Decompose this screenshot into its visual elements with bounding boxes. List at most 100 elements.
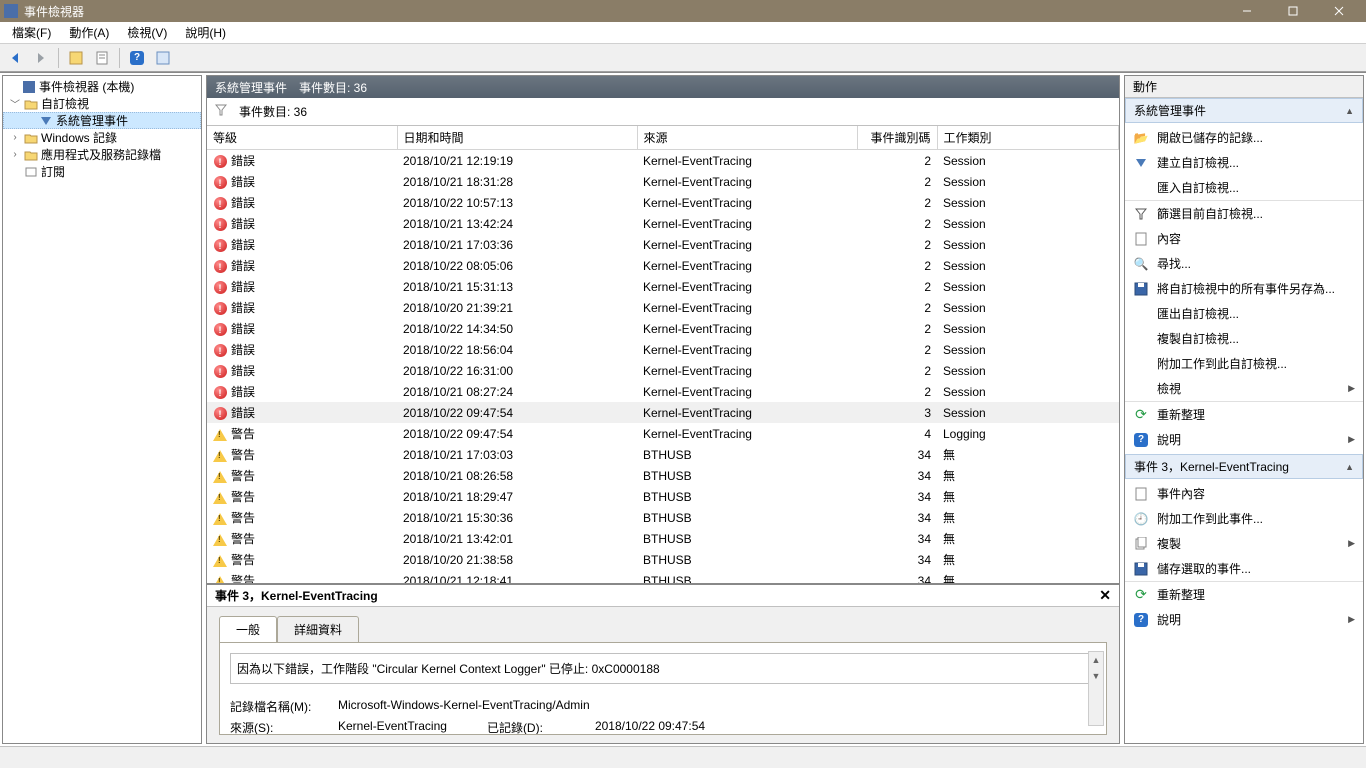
tab-details[interactable]: 詳細資料 <box>277 616 359 643</box>
action-attach-task-event[interactable]: 🕘附加工作到此事件... <box>1125 506 1363 531</box>
minimize-button[interactable] <box>1224 0 1270 22</box>
tree-root[interactable]: 事件檢視器 (本機) <box>3 78 201 95</box>
chevron-right-icon: ▶ <box>1348 434 1355 445</box>
detail-scrollbar[interactable]: ▲ ▼ <box>1088 651 1104 726</box>
task-cell: Session <box>937 381 1119 402</box>
action-copy-view[interactable]: 複製自訂檢視... <box>1125 326 1363 351</box>
table-row[interactable]: 警告2018/10/21 08:26:58BTHUSB34無 <box>207 465 1119 486</box>
detail-close-button[interactable]: ✕ <box>1099 587 1111 604</box>
table-row[interactable]: !錯誤2018/10/20 21:39:21Kernel-EventTracin… <box>207 297 1119 318</box>
action-create-view[interactable]: 建立自訂檢視... <box>1125 150 1363 175</box>
menu-action[interactable]: 動作(A) <box>61 22 117 43</box>
col-eventid[interactable]: 事件識別碼 <box>857 126 937 150</box>
eventid-cell: 2 <box>857 339 937 360</box>
back-button[interactable] <box>4 47 26 69</box>
source-cell: Kernel-EventTracing <box>637 381 857 402</box>
actions-section-2[interactable]: 事件 3，Kernel-EventTracing ▲ <box>1125 454 1363 479</box>
menu-help[interactable]: 說明(H) <box>177 22 234 43</box>
collapse-icon[interactable]: ﹀ <box>7 96 23 111</box>
table-row[interactable]: 警告2018/10/21 12:18:41BTHUSB34無 <box>207 570 1119 583</box>
table-row[interactable]: !錯誤2018/10/22 09:47:54Kernel-EventTracin… <box>207 402 1119 423</box>
table-row[interactable]: !錯誤2018/10/22 08:05:06Kernel-EventTracin… <box>207 255 1119 276</box>
tree-app-services[interactable]: › 應用程式及服務記錄檔 <box>3 146 201 163</box>
tree-admin-events[interactable]: 系統管理事件 <box>3 112 201 129</box>
refresh-icon: ⟳ <box>1133 407 1149 423</box>
funnel-icon <box>215 104 227 119</box>
table-row[interactable]: !錯誤2018/10/21 17:03:36Kernel-EventTracin… <box>207 234 1119 255</box>
action-attach-task-view[interactable]: 附加工作到此自訂檢視... <box>1125 351 1363 376</box>
action-filter-view[interactable]: 篩選目前自訂檢視... <box>1125 200 1363 226</box>
action-export-view[interactable]: 匯出自訂檢視... <box>1125 301 1363 326</box>
tree-winlogs-label: Windows 記錄 <box>41 129 117 146</box>
col-level[interactable]: 等級 <box>207 126 397 150</box>
error-icon: ! <box>213 407 227 421</box>
action-view[interactable]: 檢視▶ <box>1125 376 1363 401</box>
logged-value: 2018/10/22 09:47:54 <box>595 719 705 735</box>
scroll-up-icon[interactable]: ▲ <box>1089 652 1103 668</box>
action-save-all[interactable]: 將自訂檢視中的所有事件另存為... <box>1125 276 1363 301</box>
action-import-view[interactable]: 匯入自訂檢視... <box>1125 175 1363 200</box>
properties-icon <box>1133 486 1149 502</box>
action-refresh[interactable]: ⟳重新整理 <box>1125 401 1363 427</box>
table-row[interactable]: !錯誤2018/10/22 14:34:50Kernel-EventTracin… <box>207 318 1119 339</box>
tree-custom-views[interactable]: ﹀ 自訂檢視 <box>3 95 201 112</box>
table-row[interactable]: !錯誤2018/10/21 08:27:24Kernel-EventTracin… <box>207 381 1119 402</box>
error-icon: ! <box>213 239 227 253</box>
table-row[interactable]: 警告2018/10/20 21:38:58BTHUSB34無 <box>207 549 1119 570</box>
action-event-properties[interactable]: 事件內容 <box>1125 481 1363 506</box>
collapse-icon[interactable]: ▲ <box>1345 462 1354 472</box>
maximize-button[interactable] <box>1270 0 1316 22</box>
action-find[interactable]: 🔍尋找... <box>1125 251 1363 276</box>
action-help[interactable]: ?說明▶ <box>1125 427 1363 452</box>
close-button[interactable] <box>1316 0 1362 22</box>
col-source[interactable]: 來源 <box>637 126 857 150</box>
help-button[interactable]: ? <box>126 47 148 69</box>
expand-icon[interactable]: › <box>7 149 23 160</box>
action-open-saved[interactable]: 📂開啟已儲存的記錄... <box>1125 125 1363 150</box>
task-cell: Session <box>937 276 1119 297</box>
actions-section-1[interactable]: 系統管理事件 ▲ <box>1125 98 1363 123</box>
table-row[interactable]: 警告2018/10/21 17:03:03BTHUSB34無 <box>207 444 1119 465</box>
table-row[interactable]: 警告2018/10/22 09:47:54Kernel-EventTracing… <box>207 423 1119 444</box>
table-row[interactable]: !錯誤2018/10/21 12:19:19Kernel-EventTracin… <box>207 150 1119 172</box>
table-row[interactable]: 警告2018/10/21 18:29:47BTHUSB34無 <box>207 486 1119 507</box>
level-text: 錯誤 <box>231 259 255 273</box>
find-icon: 🔍 <box>1133 256 1149 272</box>
event-table-wrap[interactable]: 等級 日期和時間 來源 事件識別碼 工作類別 !錯誤2018/10/21 12:… <box>207 126 1119 583</box>
collapse-icon[interactable]: ▲ <box>1345 106 1354 116</box>
action-properties[interactable]: 內容 <box>1125 226 1363 251</box>
menu-view[interactable]: 檢視(V) <box>119 22 175 43</box>
action-help-2[interactable]: ?說明▶ <box>1125 607 1363 632</box>
col-task[interactable]: 工作類別 <box>937 126 1119 150</box>
col-datetime[interactable]: 日期和時間 <box>397 126 637 150</box>
expand-icon[interactable]: › <box>7 132 23 143</box>
eventid-cell: 2 <box>857 234 937 255</box>
table-row[interactable]: !錯誤2018/10/21 18:31:28Kernel-EventTracin… <box>207 171 1119 192</box>
scroll-down-icon[interactable]: ▼ <box>1089 668 1103 684</box>
error-icon: ! <box>213 386 227 400</box>
tree-subscriptions[interactable]: 訂閱 <box>3 163 201 180</box>
datetime-cell: 2018/10/22 08:05:06 <box>397 255 637 276</box>
table-row[interactable]: 警告2018/10/21 13:42:01BTHUSB34無 <box>207 528 1119 549</box>
properties-button[interactable] <box>91 47 113 69</box>
menu-file[interactable]: 檔案(F) <box>4 22 59 43</box>
toolbar-extra-button[interactable] <box>152 47 174 69</box>
source-label: 來源(S): <box>230 719 320 735</box>
eventid-cell: 34 <box>857 486 937 507</box>
action-refresh-2[interactable]: ⟳重新整理 <box>1125 581 1363 607</box>
datetime-cell: 2018/10/21 18:31:28 <box>397 171 637 192</box>
action-save-selected[interactable]: 儲存選取的事件... <box>1125 556 1363 581</box>
table-row[interactable]: !錯誤2018/10/21 15:31:13Kernel-EventTracin… <box>207 276 1119 297</box>
forward-button[interactable] <box>30 47 52 69</box>
table-row[interactable]: 警告2018/10/21 15:30:36BTHUSB34無 <box>207 507 1119 528</box>
table-row[interactable]: !錯誤2018/10/22 10:57:13Kernel-EventTracin… <box>207 192 1119 213</box>
level-text: 警告 <box>231 532 255 546</box>
tree-windows-logs[interactable]: › Windows 記錄 <box>3 129 201 146</box>
table-row[interactable]: !錯誤2018/10/22 16:31:00Kernel-EventTracin… <box>207 360 1119 381</box>
table-row[interactable]: !錯誤2018/10/22 18:56:04Kernel-EventTracin… <box>207 339 1119 360</box>
table-row[interactable]: !錯誤2018/10/21 13:42:24Kernel-EventTracin… <box>207 213 1119 234</box>
action-copy[interactable]: 複製▶ <box>1125 531 1363 556</box>
tab-general[interactable]: 一般 <box>219 616 277 643</box>
show-tree-button[interactable] <box>65 47 87 69</box>
help-icon: ? <box>1133 612 1149 628</box>
